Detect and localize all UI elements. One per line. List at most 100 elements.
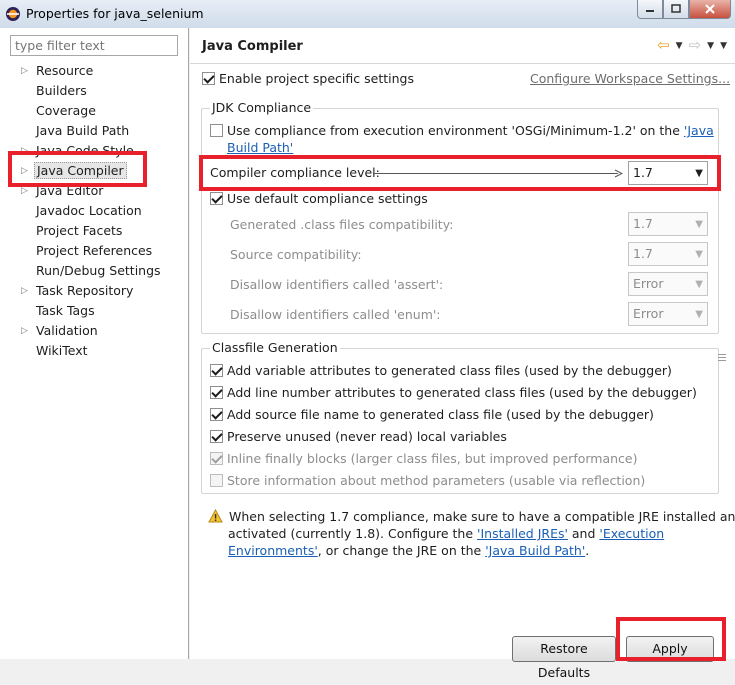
compliance-level-value: 1.7: [633, 165, 653, 180]
tree-item-label: Coverage: [36, 103, 96, 118]
checkbox-icon: [210, 192, 223, 205]
expand-arrow-icon[interactable]: ▷: [21, 281, 28, 301]
generated-class-compat-value: 1.7: [633, 216, 653, 231]
forward-history-dropdown-icon[interactable]: ▼: [707, 41, 714, 51]
classfile-generation-title: Classfile Generation: [210, 340, 340, 355]
classfile-option-checkbox[interactable]: Add variable attributes to generated cla…: [210, 363, 672, 378]
generated-class-compat-label: Generated .class files compatibility:: [230, 217, 454, 232]
source-compat-select[interactable]: 1.7 ▼: [628, 242, 708, 266]
enable-project-specific-checkbox[interactable]: Enable project specific settings: [202, 71, 414, 86]
execution-environments-link-cont[interactable]: Environments': [228, 543, 318, 558]
disallow-assert-select[interactable]: Error ▼: [628, 272, 708, 296]
use-default-compliance-checkbox[interactable]: Use default compliance settings: [210, 191, 428, 206]
checkbox-icon: [210, 474, 223, 487]
checkbox-icon: [210, 386, 223, 399]
java-build-path-link-cont[interactable]: Build Path': [227, 140, 293, 155]
warning-text-b: and: [567, 526, 600, 541]
classfile-option-label: Inline finally blocks (larger class file…: [227, 451, 638, 466]
maximize-button[interactable]: [663, 0, 689, 19]
classfile-option-label: Preserve unused (never read) local varia…: [227, 429, 507, 444]
classfile-option-checkbox[interactable]: Add line number attributes to generated …: [210, 385, 697, 400]
generated-class-compat-select[interactable]: 1.7 ▼: [628, 212, 708, 236]
view-menu-icon[interactable]: ▼: [720, 41, 727, 51]
tree-item-task-repository[interactable]: ▷ Task Repository: [0, 281, 189, 301]
expand-arrow-icon[interactable]: ▷: [21, 321, 28, 341]
warning-text-c: , or change the JRE on the: [317, 543, 486, 558]
chevron-down-icon: ▼: [695, 168, 703, 179]
tree-item-label: Validation: [36, 323, 98, 338]
tree-item-java-build-path[interactable]: Java Build Path: [0, 121, 189, 141]
classfile-option-checkbox[interactable]: Store information about method parameter…: [210, 473, 645, 488]
use-execution-env-label: Use compliance from execution environmen…: [227, 123, 684, 138]
tree-item-validation[interactable]: ▷ Validation: [0, 321, 189, 341]
forward-arrow-icon[interactable]: ⇨: [689, 38, 702, 53]
disallow-enum-value: Error: [633, 306, 664, 321]
enable-project-specific-label: Enable project specific settings: [219, 71, 414, 86]
tree-item-label: Project References: [36, 243, 153, 258]
classfile-option-checkbox[interactable]: Inline finally blocks (larger class file…: [210, 451, 638, 466]
scrollbar-grip[interactable]: [718, 346, 728, 370]
chevron-down-icon: ▼: [695, 219, 703, 230]
source-compat-value: 1.7: [633, 246, 653, 261]
tree-item-wikitext[interactable]: WikiText: [0, 341, 189, 361]
tree-item-label: Java Build Path: [36, 123, 130, 138]
tree-item-java-compiler[interactable]: ▷ Java Compiler: [0, 161, 189, 181]
window-title: Properties for java_selenium: [26, 6, 204, 21]
minimize-icon: [646, 10, 654, 12]
tree-item-builders[interactable]: Builders: [0, 81, 189, 101]
checkbox-icon: [210, 452, 223, 465]
expand-arrow-icon[interactable]: ▷: [21, 181, 28, 201]
restore-defaults-button[interactable]: Restore Defaults: [512, 636, 616, 680]
warning-text-a: activated (currently 1.8). Configure the: [228, 526, 478, 541]
tree-item-coverage[interactable]: Coverage: [0, 101, 189, 121]
jdk-compliance-title: JDK Compliance: [210, 100, 314, 115]
java-build-path-link-2[interactable]: 'Java Build Path': [485, 543, 585, 558]
expand-arrow-icon[interactable]: ▷: [21, 141, 28, 161]
execution-environments-link[interactable]: 'Execution: [599, 526, 664, 541]
tree-item-javadoc-location[interactable]: Javadoc Location: [0, 201, 189, 221]
disallow-assert-label: Disallow identifiers called 'assert':: [230, 277, 444, 292]
back-arrow-icon[interactable]: ⇦: [657, 38, 670, 53]
apply-button[interactable]: Apply: [626, 636, 714, 662]
configure-workspace-link[interactable]: Configure Workspace Settings...: [530, 71, 730, 86]
compliance-warning: When selecting 1.7 compliance, make sure…: [208, 508, 735, 559]
warning-line-1: When selecting 1.7 compliance, make sure…: [228, 509, 735, 524]
window-title-bar[interactable]: Properties for java_selenium: [0, 0, 735, 28]
tree-item-java-code-style[interactable]: ▷ Java Code Style: [0, 141, 189, 161]
tree-item-project-references[interactable]: Project References: [0, 241, 189, 261]
tree-item-run-debug-settings[interactable]: Run/Debug Settings: [0, 261, 189, 281]
classfile-option-label: Store information about method parameter…: [227, 473, 646, 488]
expand-arrow-icon[interactable]: ▷: [21, 61, 28, 81]
eclipse-icon: [6, 7, 20, 21]
tree-item-task-tags[interactable]: Task Tags: [0, 301, 189, 321]
classfile-option-label: Add variable attributes to generated cla…: [227, 363, 672, 378]
tree-item-java-editor[interactable]: ▷ Java Editor: [0, 181, 189, 201]
tree-item-label: Java Compiler: [34, 162, 127, 179]
expand-arrow-icon[interactable]: ▷: [21, 161, 28, 181]
tree-item-project-facets[interactable]: Project Facets: [0, 221, 189, 241]
tree-item-label: WikiText: [36, 343, 88, 358]
installed-jres-link[interactable]: 'Installed JREs': [477, 526, 568, 541]
classfile-option-label: Add line number attributes to generated …: [227, 385, 697, 400]
chevron-down-icon: ▼: [695, 249, 703, 260]
history-nav: ⇦ ▼ ⇨ ▼ ▼: [657, 38, 727, 53]
tree-item-label: Project Facets: [36, 223, 123, 238]
use-execution-env-checkbox[interactable]: Use compliance from execution environmen…: [210, 122, 714, 156]
back-history-dropdown-icon[interactable]: ▼: [676, 41, 683, 51]
java-compiler-page: Java Compiler ⇦ ▼ ⇨ ▼ ▼ Enable project s…: [190, 28, 735, 680]
minimize-button[interactable]: [637, 0, 663, 19]
classfile-option-checkbox[interactable]: Preserve unused (never read) local varia…: [210, 429, 507, 444]
disallow-enum-select[interactable]: Error ▼: [628, 302, 708, 326]
close-icon: [705, 4, 715, 14]
filter-input[interactable]: [10, 35, 178, 56]
compliance-level-select[interactable]: 1.7 ▼: [628, 161, 708, 185]
tree-item-label: Task Repository: [36, 283, 134, 298]
close-button[interactable]: [689, 0, 731, 19]
use-default-compliance-label: Use default compliance settings: [227, 191, 428, 206]
checkbox-icon: [202, 72, 215, 85]
tree-item-resource[interactable]: ▷ Resource: [0, 61, 189, 81]
tree-item-label: Javadoc Location: [36, 203, 142, 218]
java-build-path-link[interactable]: 'Java: [684, 123, 714, 138]
tree-item-label: Task Tags: [36, 303, 95, 318]
classfile-option-checkbox[interactable]: Add source file name to generated class …: [210, 407, 654, 422]
